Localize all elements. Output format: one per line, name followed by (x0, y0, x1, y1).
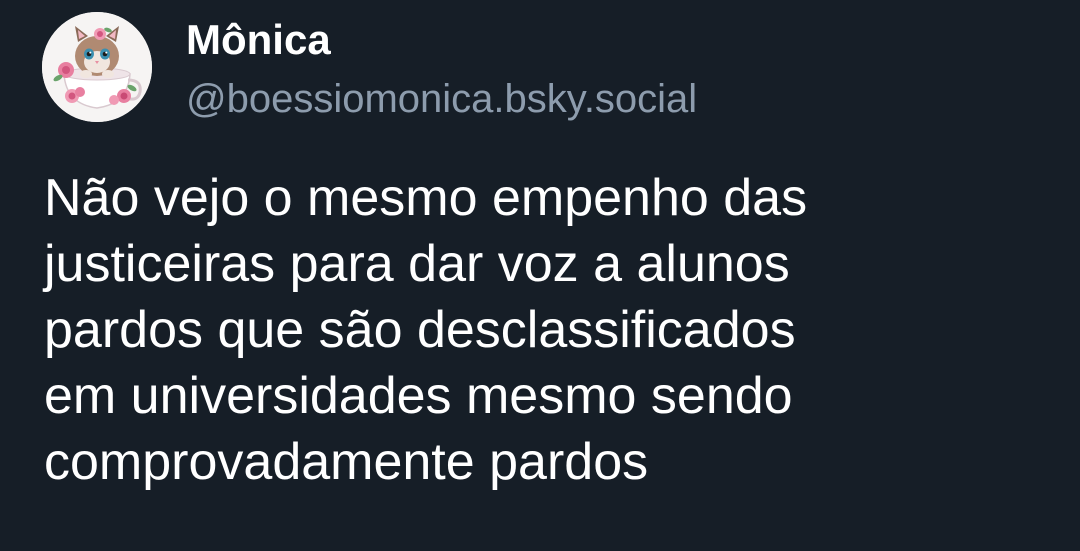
post-text-line: pardos que são desclassificados (44, 301, 796, 359)
post-text-line: comprovadamente pardos (44, 433, 649, 491)
post-card: Mônica @boessiomonica.bsky.social Não ve… (0, 0, 1080, 551)
author-display-name[interactable]: Mônica (186, 14, 331, 66)
post-text-line: justiceiras para dar voz a alunos (44, 235, 790, 293)
author-handle[interactable]: @boessiomonica.bsky.social (186, 73, 697, 125)
kitten-in-teacup-with-roses-icon (42, 12, 152, 122)
post-text: Não vejo o mesmo empenho das justiceiras… (44, 165, 1044, 495)
avatar[interactable] (42, 12, 152, 122)
post-text-line: em universidades mesmo sendo (44, 367, 793, 425)
post-text-line: Não vejo o mesmo empenho das (44, 169, 808, 227)
